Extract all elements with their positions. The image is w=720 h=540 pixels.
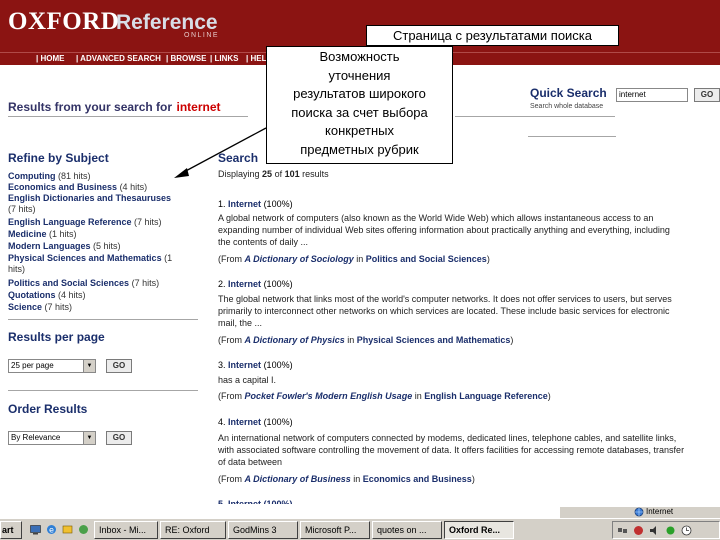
result-4-snippet-line: with associated software controlling the… xyxy=(218,445,685,455)
quick-search-go-button[interactable]: GO xyxy=(694,88,720,102)
network-icon[interactable] xyxy=(617,525,628,536)
callout-line: Возможность xyxy=(319,49,400,64)
results-query: internet xyxy=(176,100,221,114)
result-2-snippet-line: The global network that links most of th… xyxy=(218,294,672,304)
result-2-snippet-line: mail, the ... xyxy=(218,318,263,328)
antivirus-icon[interactable] xyxy=(633,525,644,536)
subject-english-dictionaries-hits: (7 hits) xyxy=(8,204,36,214)
subject-computing[interactable]: Computing (81 hits) xyxy=(8,171,91,181)
divider xyxy=(8,319,198,320)
quick-search-input[interactable]: internet xyxy=(616,88,688,102)
ie-icon[interactable]: e xyxy=(46,524,57,535)
start-button[interactable]: art xyxy=(0,521,22,539)
order-heading: Order Results xyxy=(8,402,88,416)
order-select[interactable]: By Relevance ▼ xyxy=(8,431,96,445)
per-page-select[interactable]: 25 per page ▼ xyxy=(8,359,96,373)
nav-advanced-search[interactable]: | ADVANCED SEARCH xyxy=(76,54,161,63)
result-3-snippet-line: has a capital I. xyxy=(218,375,277,385)
slide-caption: Страница с результатами поиска xyxy=(366,25,619,46)
taskbar-item-re-oxford[interactable]: RE: Oxford xyxy=(160,521,226,539)
result-2-title[interactable]: 2. Internet (100%) xyxy=(218,279,293,290)
messenger-icon[interactable] xyxy=(665,525,676,536)
taskbar-item-inbox[interactable]: Inbox - Mi... xyxy=(94,521,158,539)
result-4-snippet-line: An international network of computers co… xyxy=(218,433,677,443)
result-1-source[interactable]: (From A Dictionary of Sociology in Polit… xyxy=(218,254,490,265)
subject-science[interactable]: Science (7 hits) xyxy=(8,302,72,312)
logo-oxford[interactable]: OXFORD xyxy=(8,8,119,36)
subject-english-language[interactable]: English Language Reference (7 hits) xyxy=(8,217,162,227)
refine-heading: Refine by Subject xyxy=(8,151,109,165)
outlook-icon[interactable] xyxy=(62,524,73,535)
quick-search-scope: Search whole database xyxy=(530,103,604,110)
subject-physical-sciences-hits: hits) xyxy=(8,264,26,274)
taskbar-item-microsoft[interactable]: Microsoft P... xyxy=(300,521,370,539)
globe-icon xyxy=(634,507,644,517)
divider xyxy=(8,116,248,117)
result-1-title[interactable]: 1. Internet (100%) xyxy=(218,199,293,210)
per-page-heading: Results per page xyxy=(8,330,105,344)
svg-text:e: e xyxy=(49,526,54,535)
per-page-go-button[interactable]: GO xyxy=(106,359,132,373)
volume-icon[interactable] xyxy=(649,525,660,536)
result-2-source[interactable]: (From A Dictionary of Physics in Physica… xyxy=(218,335,513,346)
result-3-title[interactable]: 3. Internet (100%) xyxy=(218,360,293,371)
taskbar-item-quotes[interactable]: quotes on ... xyxy=(372,521,442,539)
callout-arrow xyxy=(174,127,267,178)
slide-callout: Возможность уточнения результатов широко… xyxy=(266,46,453,164)
status-zone-text: Internet xyxy=(646,507,674,516)
subject-quotations[interactable]: Quotations (4 hits) xyxy=(8,290,86,300)
result-4-source[interactable]: (From A Dictionary of Business in Econom… xyxy=(218,474,475,485)
subject-economics[interactable]: Economics and Business (4 hits) xyxy=(8,182,147,192)
nav-browse[interactable]: | BROWSE xyxy=(166,54,206,63)
order-selected: By Relevance xyxy=(11,433,61,442)
result-4-title[interactable]: 4. Internet (100%) xyxy=(218,417,293,428)
divider xyxy=(455,116,615,117)
taskbar-item-oxford-reference[interactable]: Oxford Re... xyxy=(444,521,514,539)
callout-line: поиска за счет выбора xyxy=(291,104,428,120)
callout-line: предметных рубрик xyxy=(300,141,419,157)
callout-line: конкретных xyxy=(325,123,394,139)
taskbar-item-godmins[interactable]: GodMins 3 xyxy=(228,521,298,539)
nav-home[interactable]: | HOME xyxy=(36,54,64,63)
result-5-cut-title: 5. Internet (100%) xyxy=(218,500,298,504)
callout-line: результатов широкого xyxy=(293,86,426,102)
divider xyxy=(8,390,198,391)
subject-modern-languages[interactable]: Modern Languages (5 hits) xyxy=(8,241,121,251)
chevron-down-icon: ▼ xyxy=(83,360,95,372)
logo-online: ONLINE xyxy=(184,32,220,39)
per-page-selected: 25 per page xyxy=(11,361,54,370)
order-go-button[interactable]: GO xyxy=(106,431,132,445)
divider xyxy=(528,136,616,137)
result-3-source[interactable]: (From Pocket Fowler's Modern English Usa… xyxy=(218,391,551,402)
result-1-snippet-line: the contents of daily ... xyxy=(218,237,309,247)
chevron-down-icon: ▼ xyxy=(83,432,95,444)
subject-physical-sciences[interactable]: Physical Sciences and Mathematics (1 xyxy=(8,253,172,263)
nav-help[interactable]: | HEL xyxy=(246,54,266,63)
result-1-snippet-line: expanding number of individual Web sites… xyxy=(218,225,670,235)
subject-politics[interactable]: Politics and Social Sciences (7 hits) xyxy=(8,278,159,288)
subject-english-dictionaries[interactable]: English Dictionaries and Thesauruses xyxy=(8,193,171,203)
result-1-snippet-line: A global network of computers (also know… xyxy=(218,213,654,223)
result-2-snippet-line: primarily to interconnect other networks… xyxy=(218,306,670,316)
results-title: Results from your search for internet xyxy=(8,98,221,116)
media-icon[interactable] xyxy=(78,524,89,535)
callout-line: уточнения xyxy=(328,67,391,83)
quick-search-label: Quick Search xyxy=(530,86,607,100)
windows-taskbar: art e Inbox - Mi... RE: Oxford GodMins 3… xyxy=(0,518,720,540)
desktop-icon[interactable] xyxy=(30,524,41,535)
subject-medicine[interactable]: Medicine (1 hits) xyxy=(8,229,77,239)
system-tray xyxy=(612,521,720,539)
results-title-prefix: Results from your search for xyxy=(8,100,173,114)
nav-links[interactable]: | LINKS xyxy=(210,54,238,63)
result-4-snippet-line: of data between xyxy=(218,457,283,467)
clock-icon[interactable] xyxy=(681,525,692,536)
